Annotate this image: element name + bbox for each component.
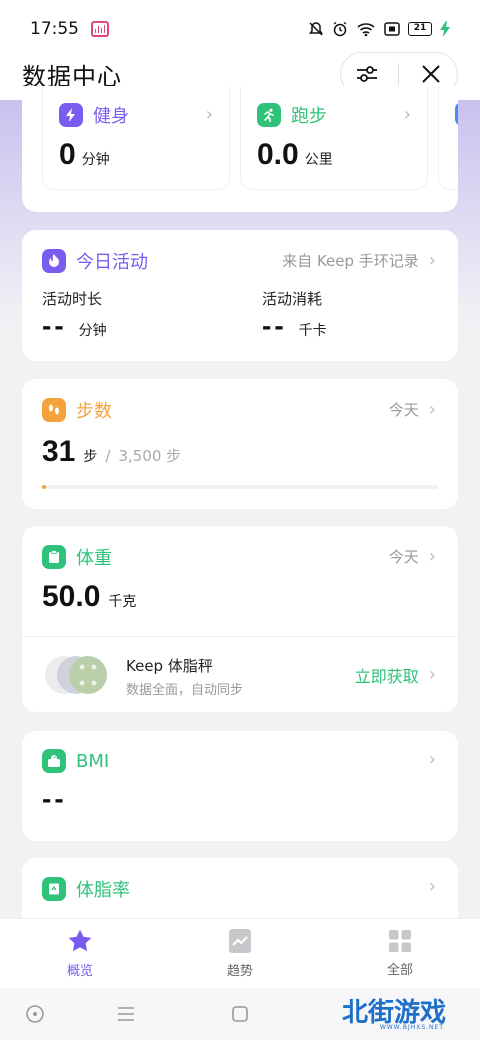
get-now-link[interactable]: 立即获取	[355, 663, 419, 687]
weight-unit: 千克	[108, 594, 137, 610]
weight-value: 50.0	[42, 580, 101, 613]
activity-title: 今日活动	[76, 252, 148, 273]
status-time: 17:55	[30, 19, 79, 39]
watermark-url: WWW.BJHXS.NET	[379, 1024, 444, 1031]
home-square-icon[interactable]	[230, 1004, 250, 1024]
chevron-right-icon: ›	[428, 545, 436, 567]
bmi-title: BMI	[76, 750, 110, 772]
steps-progress-fill	[42, 485, 46, 489]
nav-all[interactable]: 全部	[340, 929, 460, 978]
wifi-icon	[357, 23, 375, 37]
app-notification-icon	[91, 21, 109, 37]
promo-title: Keep 体脂秤	[126, 657, 213, 675]
mute-icon	[309, 22, 323, 36]
menu-icon[interactable]	[116, 1004, 136, 1024]
bottom-navigation: 概览 趋势 全部	[0, 918, 480, 988]
bodyfat-icon	[42, 877, 66, 901]
steps-date: 今天	[388, 401, 419, 419]
scale-promo[interactable]: Keep 体脂秤 数据全面，自动同步 立即获取 ›	[22, 637, 458, 712]
fitness-value: 0	[59, 138, 76, 171]
running-value: 0.0	[257, 138, 299, 171]
bmi-card[interactable]: BMI › --	[22, 731, 458, 841]
battery-indicator: 21	[408, 22, 432, 36]
charging-icon	[440, 21, 450, 37]
chevron-right-icon: ›	[428, 249, 436, 271]
scale-icon	[42, 545, 66, 569]
sliders-icon	[356, 66, 377, 82]
back-circle-icon[interactable]	[25, 1004, 45, 1024]
promo-subtitle: 数据全面，自动同步	[126, 683, 244, 698]
steps-unit: 步	[83, 449, 98, 465]
steps-separator: /	[105, 447, 111, 465]
close-icon	[422, 65, 440, 83]
status-icons: 21	[308, 21, 450, 37]
chevron-right-icon: ›	[428, 876, 436, 897]
nav-trend[interactable]: 趋势	[180, 928, 300, 979]
weight-date: 今天	[388, 548, 419, 566]
pill-divider	[398, 63, 400, 85]
fitness-label: 健身	[93, 106, 129, 127]
footprint-icon	[42, 398, 66, 422]
running-unit: 公里	[304, 152, 333, 168]
activity-source: 来自 Keep 手环记录	[282, 252, 419, 270]
running-card[interactable]: 跑步 › 0.0 公里	[240, 86, 428, 190]
weight-card[interactable]: 体重 今天 › 50.0 千克 Keep 体脂秤 数据全面，自动同步 立即获取 …	[22, 526, 458, 712]
weight-title: 体重	[76, 548, 112, 569]
chevron-right-icon: ›	[428, 749, 436, 770]
fitness-card[interactable]: 健身 › 0 分钟	[42, 86, 230, 190]
lightning-icon	[59, 103, 83, 127]
burn-value: --	[262, 310, 287, 341]
star-icon	[68, 929, 92, 952]
chevron-right-icon: ›	[403, 104, 411, 125]
nav-overview[interactable]: 概览	[20, 928, 140, 979]
steps-goal: 3,500 步	[118, 447, 182, 465]
nav-overview-label: 概览	[66, 964, 93, 979]
burn-label: 活动消耗	[262, 290, 323, 308]
duration-unit: 分钟	[78, 323, 107, 339]
bodyfat-title: 体脂率	[76, 880, 130, 901]
chevron-right-icon: ›	[428, 398, 436, 420]
steps-progress-bar	[42, 485, 438, 489]
peek-value	[455, 138, 458, 172]
bmi-icon	[42, 749, 66, 773]
running-label: 跑步	[291, 106, 327, 127]
chevron-right-icon: ›	[205, 104, 213, 125]
steps-card[interactable]: 步数 今天 › 31 步 / 3,500 步	[22, 379, 458, 509]
grid-icon	[389, 930, 411, 952]
activity-type-icon	[455, 102, 458, 126]
next-card-peek[interactable]	[438, 86, 458, 190]
chevron-right-icon: ›	[428, 664, 436, 685]
runner-icon	[257, 103, 281, 127]
today-activity-card[interactable]: 今日活动 来自 Keep 手环记录 › 活动时长 -- 分钟 活动消耗 -- 千…	[22, 230, 458, 361]
steps-title: 步数	[76, 401, 112, 422]
trend-icon	[229, 929, 251, 953]
flame-icon	[42, 249, 66, 273]
sim-icon	[384, 22, 400, 36]
steps-value: 31	[42, 435, 76, 468]
burn-unit: 千卡	[298, 323, 327, 339]
workout-summary-card: 健身 › 0 分钟 跑步 › 0.0 公里	[22, 86, 458, 212]
nav-trend-label: 趋势	[226, 964, 253, 979]
duration-value: --	[42, 310, 67, 341]
smart-scale-image	[45, 656, 107, 694]
duration-label: 活动时长	[42, 290, 103, 308]
nav-all-label: 全部	[386, 963, 413, 978]
fitness-unit: 分钟	[81, 152, 110, 168]
bmi-value: --	[42, 783, 67, 814]
alarm-icon	[333, 21, 347, 37]
